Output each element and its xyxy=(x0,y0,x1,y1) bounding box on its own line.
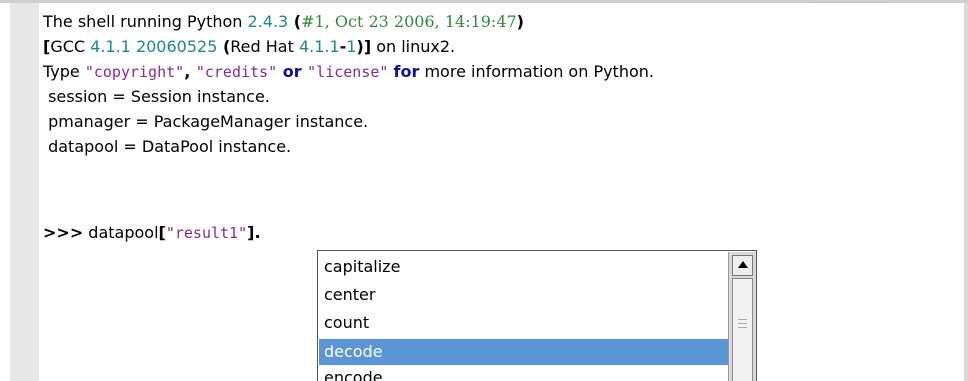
editor-right-edge xyxy=(964,3,968,381)
autocomplete-item[interactable]: count xyxy=(319,310,728,336)
banner-line-3: Type "copyright", "credits" or "license"… xyxy=(43,62,654,81)
autocomplete-item[interactable]: center xyxy=(319,282,728,308)
thumb-grip-icon xyxy=(738,319,747,320)
autocomplete-item-selected[interactable]: decode xyxy=(319,339,728,365)
input-prompt-line[interactable]: >>> datapool["result1"]. xyxy=(43,221,261,245)
arrow-up-icon xyxy=(738,261,748,268)
pmanager-info-line: pmanager = PackageManager instance. xyxy=(43,112,369,131)
thumb-grip-icon xyxy=(738,327,747,328)
datapool-info-line: datapool = DataPool instance. xyxy=(43,137,292,156)
autocomplete-item[interactable]: encode xyxy=(319,365,728,381)
session-info-line: session = Session instance. xyxy=(43,87,270,106)
prompt-chevrons: >>> xyxy=(43,223,84,242)
thumb-grip-icon xyxy=(738,323,747,324)
autocomplete-item[interactable]: capitalize xyxy=(319,254,728,280)
banner-line-2: [GCC 4.1.1 20060525 (Red Hat 4.1.1-1)] o… xyxy=(43,37,456,56)
scrollbar-thumb[interactable] xyxy=(732,278,753,381)
autocomplete-popup[interactable]: capitalize center count decode encode xyxy=(317,250,757,381)
banner-line-1: The shell running Python 2.4.3 (#1, Oct … xyxy=(43,12,524,31)
autocomplete-list[interactable]: capitalize center count decode encode xyxy=(319,252,728,381)
autocomplete-scrollbar[interactable] xyxy=(728,252,756,381)
scroll-up-button[interactable] xyxy=(732,255,753,276)
line-gutter xyxy=(10,3,39,381)
